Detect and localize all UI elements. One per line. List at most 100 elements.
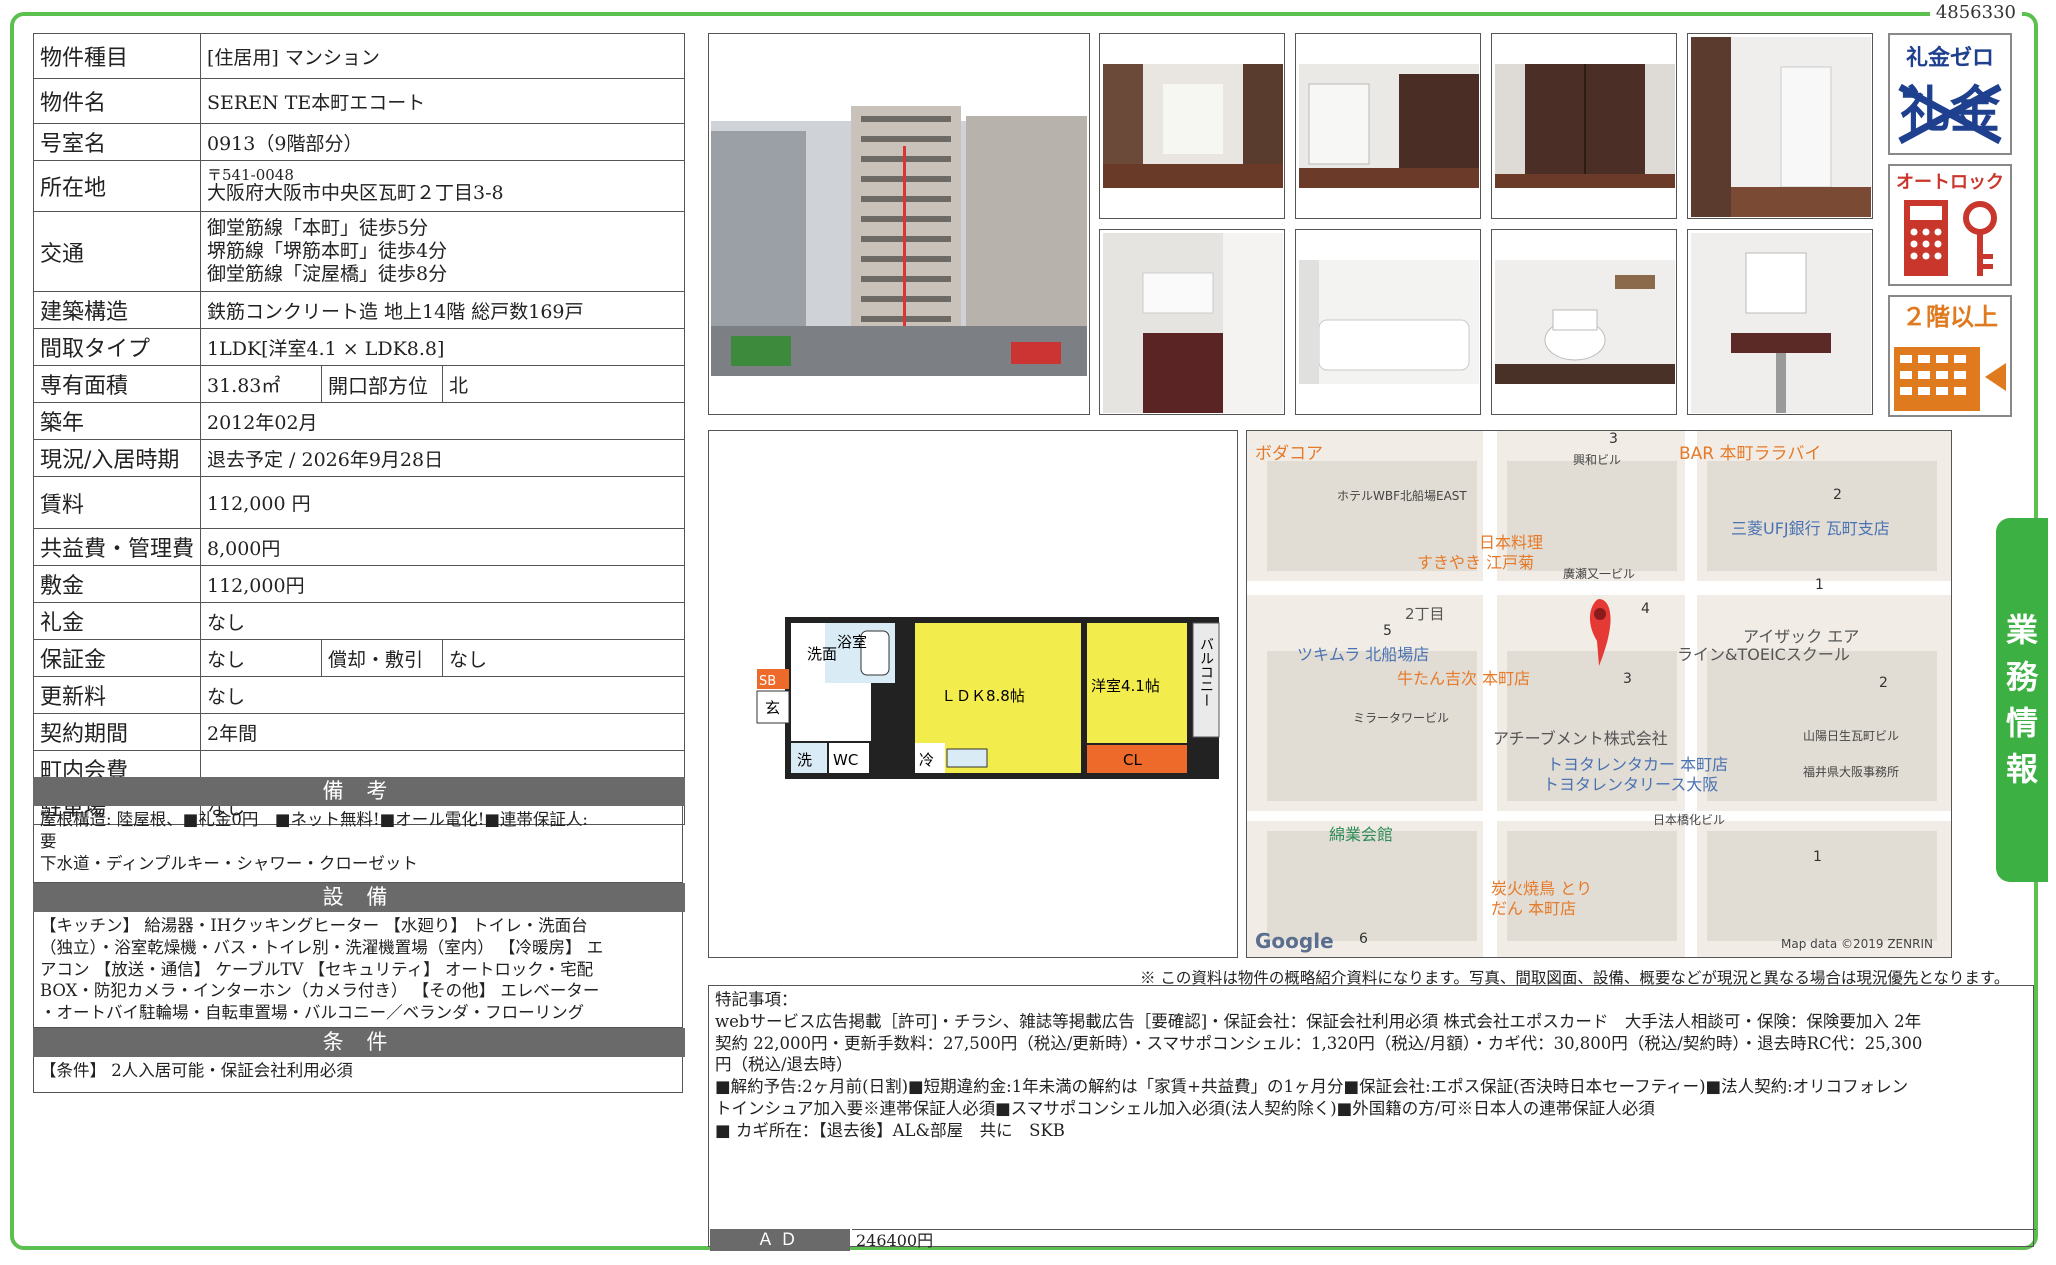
bathroom-photo-image — [1299, 260, 1479, 384]
laundry-label: 洗 — [797, 751, 812, 769]
map-label: 牛たん吉次 本町店 — [1397, 669, 1531, 688]
washbasin-photo-image — [1691, 233, 1871, 413]
toilet-label: WC — [833, 751, 858, 769]
map-streets — [1247, 431, 1951, 957]
business-info-tab[interactable]: 業 務 情 報 — [1996, 518, 2048, 882]
deposit-value: 112,000円 — [200, 565, 685, 603]
remarks-line: 屋根構造: 陸屋根、■礼金0円 ■ネット無料!■オール電化!■連帯保証人: — [40, 810, 588, 829]
notes-line: ■解約予告:2ヶ月前(日割)■短期違約金:1年未満の解約は「家賃+共益費」の1ヶ… — [715, 1077, 1909, 1097]
room-photo[interactable] — [1491, 33, 1677, 219]
autolock-text: オートロック — [1896, 172, 2004, 193]
side-tab-char: 業 — [2005, 611, 2038, 650]
balcony-label: バルコニー — [1198, 637, 1214, 707]
floor-plan-box[interactable]: 洗面 浴室 ＬＤＫ8.8帖 洋室4.1帖 SB 玄 洗 WC 冷 CL バルコニ… — [708, 430, 1238, 958]
room-photo-image — [1691, 37, 1871, 217]
map-block-number: 3 — [1609, 431, 1618, 447]
map-label: 山陽日生瓦町ビル — [1803, 729, 1900, 743]
side-tab-char: 報 — [2005, 750, 2038, 789]
building-exterior-photo[interactable] — [708, 33, 1090, 415]
map-label: トヨタレンタリース大阪 — [1543, 775, 1719, 794]
map-label: 福井県大阪事務所 — [1803, 765, 1900, 779]
ad-value: 246400円 — [852, 1229, 2036, 1252]
notes-line: ■ カギ所在：【退去後】AL&部屋 共に SKB — [715, 1120, 1065, 1140]
area-value: 31.83㎡ — [200, 365, 322, 403]
facilities-line: 【キッチン】 給湯器・IHクッキングヒーター 【水廻り】 トイレ・洗面台 — [40, 916, 588, 935]
rent-label: 賃料 — [33, 476, 201, 529]
map-block-number: 2 — [1833, 487, 1842, 503]
fee-label: 共益費・管理費 — [33, 528, 201, 566]
facilities-header: 設 備 — [33, 883, 685, 912]
zero-key-money-text: 礼金ゼロ — [1906, 45, 1994, 71]
room-photo[interactable] — [1295, 33, 1481, 219]
rent-value: 112,000 円 — [200, 476, 685, 529]
orientation-label: 開口部方位 — [321, 365, 443, 403]
location-map[interactable]: ボダコア ホテルWBF北船場EAST 興和ビル BAR 本町ララバイ 三菱UFJ… — [1246, 430, 1952, 958]
closet-label: CL — [1123, 751, 1142, 769]
bath-label: 浴室 — [837, 633, 867, 651]
map-label: 日本橋化ビル — [1653, 813, 1726, 827]
property-info-table: 物件種目 [住居用] マンション 物件名 SEREN TE本町エコート 号室名 … — [33, 33, 685, 825]
remarks-line: 要 — [40, 831, 57, 851]
status-label: 現況/入居時期 — [33, 439, 201, 477]
room-label: 号室名 — [33, 123, 201, 161]
built-value: 2012年02月 — [200, 402, 685, 440]
notes-line: 特記事項： — [715, 990, 798, 1009]
ldk-label: ＬＤＫ8.8帖 — [941, 687, 1025, 705]
room-photo[interactable] — [1687, 33, 1873, 219]
fridge-label: 冷 — [919, 751, 934, 769]
map-block-number: 4 — [1641, 601, 1650, 617]
room-photo-image — [1103, 64, 1283, 188]
address-label: 所在地 — [33, 160, 201, 212]
key-money-value: なし — [200, 602, 685, 640]
special-notes-box: 特記事項： webサービス広告掲載［許可]・チラシ、雑誌等掲載広告［要確認]・保… — [708, 985, 2034, 1247]
status-value: 退去予定 / 2026年9月28日 — [200, 439, 685, 477]
transit-line: 堺筋線「堺筋本町」徒歩4分 — [207, 240, 448, 263]
conditions-header: 条 件 — [33, 1028, 685, 1057]
side-tab-char: 務 — [2005, 657, 2038, 696]
facilities-line: （独立）・浴室乾燥機・バス・トイレ別・洗濯機置場（室内） 【冷暖房】 エ — [40, 937, 604, 957]
zero-key-money-icon: 礼金ゼロ 礼金 — [1898, 45, 2002, 145]
washroom-label: 洗面 — [807, 645, 837, 663]
washbasin-photo[interactable] — [1687, 229, 1873, 415]
notes-line: 契約 22,000円・更新手数料：27,500円（税込/更新時）・スマサポコンシ… — [715, 1033, 1923, 1053]
map-block-number: 2 — [1879, 675, 1888, 691]
map-label: BAR 本町ララバイ — [1679, 444, 1822, 464]
layout-label: 間取タイプ — [33, 328, 201, 366]
notes-line: webサービス広告掲載［許可]・チラシ、雑誌等掲載広告［要確認]・保証会社：保証… — [715, 1011, 1922, 1031]
map-label: ホテルWBF北船場EAST — [1337, 489, 1467, 503]
layout-value: 1LDK[洋室4.1 × LDK8.8] — [200, 328, 685, 366]
map-label: 興和ビル — [1573, 453, 1622, 467]
name-value: SEREN TE本町エコート — [200, 78, 685, 124]
remarks-line: 下水道・ディンプルキー・シャワー・クローゼット — [40, 853, 418, 873]
map-block-number: 1 — [1813, 849, 1822, 865]
side-tab-char: 情 — [2005, 704, 2038, 742]
map-label: 三菱UFJ銀行 瓦町支店 — [1731, 519, 1890, 538]
room-photo-image — [1495, 64, 1675, 188]
built-label: 築年 — [33, 402, 201, 440]
guarantee-value: なし — [200, 639, 322, 677]
facilities-box: 【キッチン】 給湯器・IHクッキングヒーター 【水廻り】 トイレ・洗面台 （独立… — [33, 912, 683, 1028]
room-photo[interactable] — [1099, 33, 1285, 219]
bathroom-photo[interactable] — [1295, 229, 1481, 415]
western-room-label: 洋室4.1帖 — [1091, 677, 1160, 695]
conditions-line: 【条件】 2人入居可能・保証会社利用必須 — [40, 1061, 353, 1080]
map-label: ボダコア — [1255, 444, 1323, 464]
facilities-line: ・オートバイ駐輪場・自転車置場・バルコニー／ベランダ・フローリング — [40, 1003, 585, 1023]
map-label: ツキムラ 北船場店 — [1297, 645, 1430, 664]
kitchen-photo[interactable] — [1099, 229, 1285, 415]
notes-line: 円（税込/退去時） — [715, 1055, 853, 1075]
shoe-box-label: SB — [759, 674, 776, 689]
guarantee-label: 保証金 — [33, 639, 201, 677]
map-label: 綿業会館 — [1329, 825, 1394, 844]
autolock-icon: オートロック — [1896, 172, 2004, 276]
map-block-number: 3 — [1623, 671, 1632, 687]
map-label: すきやき 江戸菊 — [1417, 553, 1535, 572]
second-floor-text: ２階以上 — [1902, 303, 1998, 331]
toilet-photo[interactable] — [1491, 229, 1677, 415]
area-label: 専有面積 — [33, 365, 201, 403]
transit-line: 御堂筋線「本町」徒歩5分 — [207, 217, 429, 240]
ad-label: ＡＤ — [710, 1229, 850, 1251]
name-label: 物件名 — [33, 78, 201, 124]
map-attribution: Map data ©2019 ZENRIN — [1781, 937, 1933, 951]
map-google-logo: Google — [1255, 929, 1334, 953]
